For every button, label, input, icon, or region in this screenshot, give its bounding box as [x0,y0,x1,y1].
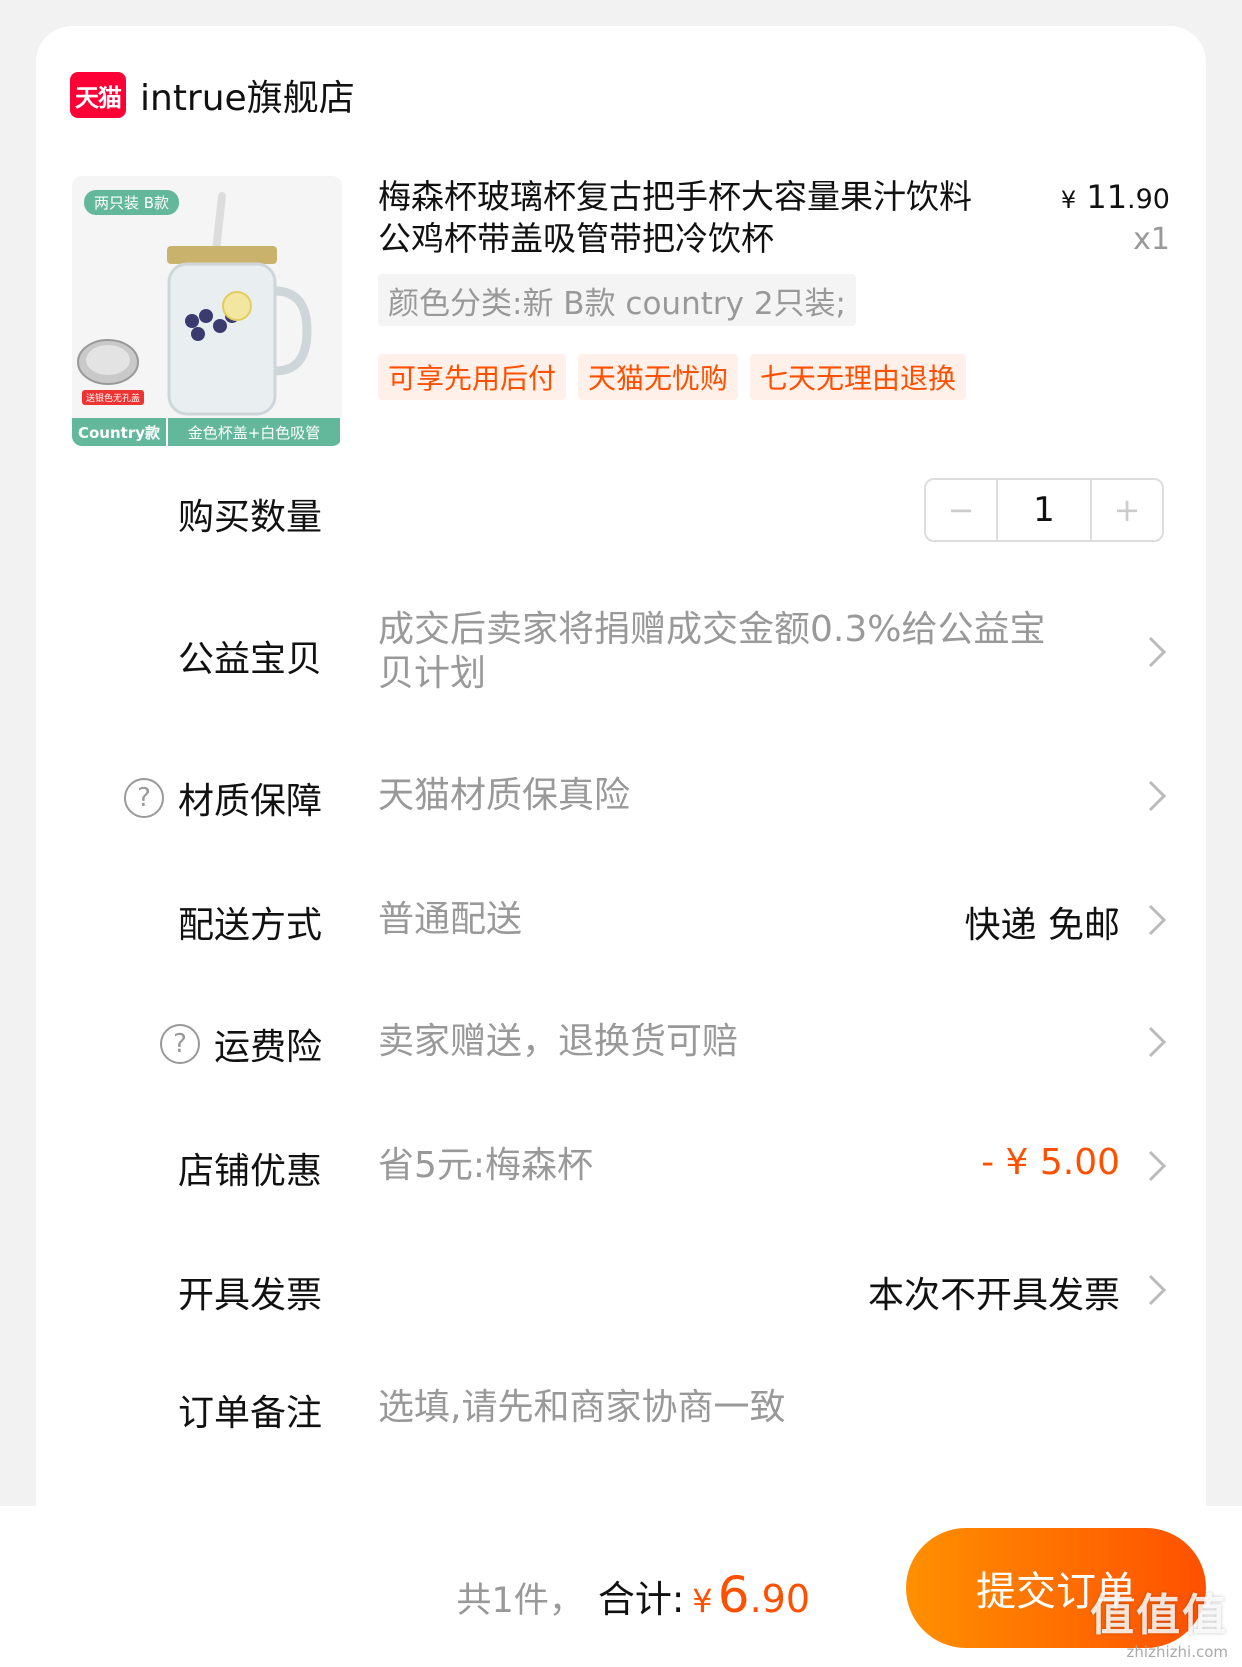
charity-label: 公益宝贝 [177,639,322,680]
watermark-brand: 值值值 [1090,1590,1228,1641]
row-quantity: 购买数量 − 1 + [36,478,1206,544]
chevron-right-icon [1148,1274,1167,1306]
total-int: 6 [717,1566,750,1624]
image-tag-bottom: Country款 金色杯盖+白色吸管 [72,418,342,446]
material-label: 材质保障 [177,781,322,822]
freight-label-group: ? 运费险 [159,1018,322,1070]
chevron-right-icon [1148,636,1167,668]
plus-button[interactable]: + [1092,480,1162,540]
quantity-label: 购买数量 [177,497,322,538]
chevron-right-icon [1148,1026,1167,1058]
charity-value: 成交后卖家将捐赠成交金额0.3%给公益宝贝计划 [378,609,1046,694]
order-card: 天猫 intrue旗舰店 两只装 B款 送银色无孔盖 Country款 金色杯盖… [36,26,1206,1586]
image-lid-badge: 送银色无孔盖 [82,390,145,405]
image-tag-country: Country款 [72,418,168,446]
delivery-right: 快递 免邮 [964,905,1120,946]
product-image[interactable]: 两只装 B款 送银色无孔盖 Country款 金色杯盖+白色吸管 [72,176,342,446]
row-freight-insurance[interactable]: ? 运费险 卖家赠送，退换货可赔 [36,1018,1206,1068]
discount-label: 店铺优惠 [177,1151,322,1192]
image-tag-top: 两只装 B款 [84,190,180,215]
discount-amount: - ¥ 5.00 [981,1142,1120,1183]
row-order-note[interactable]: 订单备注 选填,请先和商家协商一致 [36,1384,1206,1434]
total-price: ¥ 6.90 [692,1566,810,1624]
row-material[interactable]: ? 材质保障 天猫材质保真险 [36,772,1206,822]
price-currency: ¥ [1060,186,1077,214]
item-count: 共1件， [456,1581,584,1621]
badge-seven-day-return: 七天无理由退换 [750,354,967,400]
help-icon[interactable]: ? [159,1024,200,1064]
discount-value: 省5元:梅森杯 [378,1145,594,1186]
badge-pay-later: 可享先用后付 [378,354,567,400]
freight-value: 卖家赠送，退换货可赔 [378,1021,739,1062]
order-summary: 共1件， 合计: ¥ 6.90 [457,1566,810,1624]
price-dec: .90 [1127,184,1170,215]
chevron-right-icon [1148,1150,1167,1182]
minus-button[interactable]: − [926,480,996,540]
chevron-right-icon [1148,904,1167,936]
row-charity[interactable]: 公益宝贝 成交后卖家将捐赠成交金额0.3%给公益宝贝计划 [36,606,1206,702]
product-title[interactable]: 梅森杯玻璃杯复古把手杯大容量果汁饮料公鸡杯带盖吸管带把冷饮杯 [378,176,998,260]
delivery-value: 普通配送 [378,899,523,940]
shop-header[interactable]: 天猫 intrue旗舰店 [70,70,355,120]
image-tag-color: 金色杯盖+白色吸管 [168,418,342,446]
row-delivery[interactable]: 配送方式 普通配送 快递 免邮 [36,896,1206,946]
chevron-right-icon [1148,780,1167,812]
note-input[interactable]: 选填,请先和商家协商一致 [378,1386,785,1430]
service-badges: 可享先用后付 天猫无忧购 七天无理由退换 [378,354,967,400]
invoice-value: 本次不开具发票 [867,1275,1120,1316]
price-int: 11 [1086,178,1128,216]
total-dec: .90 [749,1577,810,1621]
invoice-label: 开具发票 [177,1275,322,1316]
badge-worry-free: 天猫无忧购 [578,354,739,400]
total-currency: ¥ [692,1582,713,1620]
watermark-site: zhizhizhi.com [1126,1643,1228,1661]
row-invoice[interactable]: 开具发票 本次不开具发票 [36,1266,1206,1316]
material-value: 天猫材质保真险 [378,775,631,816]
checkout-bar: 共1件， 合计: ¥ 6.90 提交订单 值值值 zhizhizhi.com [0,1506,1242,1667]
product-qty: x1 [1133,222,1170,257]
freight-label: 运费险 [213,1027,322,1068]
tmall-logo: 天猫 [70,72,126,118]
note-label: 订单备注 [177,1393,322,1434]
total-label: 合计: [597,1578,685,1621]
product-sku[interactable]: 颜色分类:新 B款 country 2只装; [378,274,856,326]
material-label-group: ? 材质保障 [123,772,322,824]
delivery-label: 配送方式 [177,905,322,946]
quantity-stepper[interactable]: − 1 + [924,478,1164,542]
row-shop-discount[interactable]: 店铺优惠 省5元:梅森杯 - ¥ 5.00 [36,1142,1206,1192]
shop-name[interactable]: intrue旗舰店 [140,69,355,121]
quantity-value[interactable]: 1 [996,480,1092,540]
product-price: ¥ 11.90 [1061,178,1170,216]
help-icon[interactable]: ? [123,778,164,818]
watermark: 值值值 zhizhizhi.com [1090,1579,1228,1661]
mason-jar-image [72,176,342,446]
